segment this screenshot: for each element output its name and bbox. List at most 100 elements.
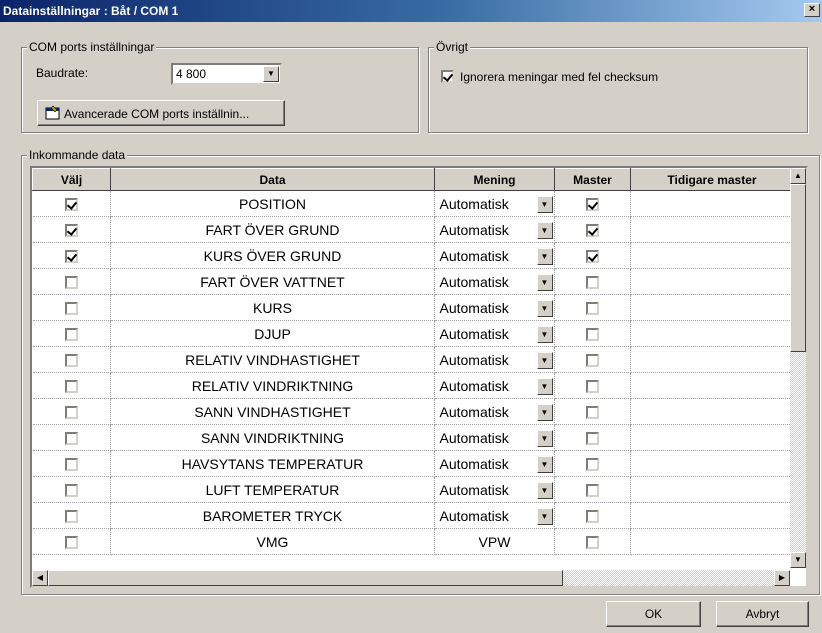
- mening-cell[interactable]: Automatisk ▼: [434, 476, 555, 503]
- select-checkbox[interactable]: [64, 354, 78, 368]
- mening-select[interactable]: Automatisk ▼: [437, 349, 553, 371]
- select-checkbox[interactable]: [64, 250, 78, 264]
- mening-cell[interactable]: Automatisk ▼: [434, 398, 555, 425]
- mening-select[interactable]: Automatisk ▼: [437, 505, 553, 527]
- column-header-mening[interactable]: Mening: [434, 168, 555, 191]
- chevron-down-icon[interactable]: ▼: [536, 351, 553, 369]
- scroll-up-icon[interactable]: ▲: [790, 168, 806, 184]
- mening-select[interactable]: Automatisk ▼: [437, 453, 553, 475]
- ignore-checksum-checkbox[interactable]: [441, 70, 454, 83]
- select-checkbox[interactable]: [64, 328, 78, 342]
- column-header-previous-master[interactable]: Tidigare master: [630, 168, 794, 191]
- advanced-com-settings-button[interactable]: Avancerade COM ports inställnin...: [37, 100, 285, 126]
- select-checkbox[interactable]: [64, 276, 78, 290]
- mening-cell[interactable]: Automatisk ▼: [434, 372, 555, 399]
- mening-cell[interactable]: Automatisk ▼: [434, 346, 555, 373]
- chevron-down-icon[interactable]: ▼: [536, 273, 553, 291]
- master-checkbox[interactable]: [586, 328, 599, 342]
- chevron-down-icon[interactable]: ▼: [536, 299, 553, 317]
- table-row[interactable]: KURS Automatisk ▼: [32, 294, 794, 321]
- horizontal-scroll-thumb[interactable]: [48, 570, 563, 586]
- cancel-button[interactable]: Avbryt: [716, 601, 809, 627]
- table-row[interactable]: LUFT TEMPERATUR Automatisk ▼: [32, 476, 794, 503]
- table-row[interactable]: SANN VINDRIKTNING Automatisk ▼: [32, 424, 794, 451]
- table-row[interactable]: BAROMETER TRYCK Automatisk ▼: [32, 502, 794, 529]
- mening-select[interactable]: Automatisk ▼: [437, 271, 553, 293]
- mening-select[interactable]: Automatisk ▼: [437, 427, 553, 449]
- mening-cell[interactable]: Automatisk ▼: [434, 320, 555, 347]
- mening-cell[interactable]: VPW: [434, 528, 555, 555]
- table-row[interactable]: RELATIV VINDHASTIGHET Automatisk ▼: [32, 346, 794, 373]
- chevron-down-icon[interactable]: ▼: [536, 403, 553, 421]
- master-checkbox[interactable]: [586, 276, 599, 290]
- select-checkbox[interactable]: [64, 380, 78, 394]
- chevron-down-icon[interactable]: ▼: [536, 455, 553, 473]
- select-checkbox[interactable]: [64, 510, 78, 524]
- ok-button[interactable]: OK: [606, 601, 701, 627]
- mening-select[interactable]: Automatisk ▼: [437, 479, 553, 501]
- vertical-scroll-thumb[interactable]: [790, 184, 806, 352]
- chevron-down-icon[interactable]: ▼: [536, 325, 553, 343]
- chevron-down-icon[interactable]: ▼: [536, 481, 553, 499]
- table-row[interactable]: HAVSYTANS TEMPERATUR Automatisk ▼: [32, 450, 794, 477]
- mening-select[interactable]: Automatisk ▼: [437, 375, 553, 397]
- mening-cell[interactable]: Automatisk ▼: [434, 424, 555, 451]
- mening-select[interactable]: Automatisk ▼: [437, 219, 553, 241]
- mening-cell[interactable]: Automatisk ▼: [434, 450, 555, 477]
- select-checkbox[interactable]: [64, 302, 78, 316]
- select-checkbox[interactable]: [64, 536, 78, 550]
- master-checkbox[interactable]: [586, 484, 599, 498]
- column-header-master[interactable]: Master: [554, 168, 631, 191]
- mening-select[interactable]: Automatisk ▼: [437, 323, 553, 345]
- table-row[interactable]: FART ÖVER VATTNET Automatisk ▼: [32, 268, 794, 295]
- mening-cell[interactable]: Automatisk ▼: [434, 268, 555, 295]
- mening-cell[interactable]: Automatisk ▼: [434, 502, 555, 529]
- mening-select[interactable]: Automatisk ▼: [437, 245, 553, 267]
- master-checkbox[interactable]: [586, 302, 599, 316]
- table-row[interactable]: RELATIV VINDRIKTNING Automatisk ▼: [32, 372, 794, 399]
- master-checkbox[interactable]: [586, 458, 599, 472]
- chevron-down-icon[interactable]: ▼: [536, 221, 553, 239]
- column-header-data[interactable]: Data: [110, 168, 435, 191]
- master-checkbox[interactable]: [586, 380, 599, 394]
- chevron-down-icon[interactable]: ▼: [536, 247, 553, 265]
- master-checkbox[interactable]: [586, 198, 599, 212]
- select-checkbox[interactable]: [64, 224, 78, 238]
- chevron-down-icon[interactable]: ▼: [536, 195, 553, 213]
- chevron-down-icon[interactable]: ▼: [536, 377, 553, 395]
- master-checkbox[interactable]: [586, 536, 599, 550]
- mening-select[interactable]: Automatisk ▼: [437, 401, 553, 423]
- master-checkbox[interactable]: [586, 432, 599, 446]
- column-header-select[interactable]: Välj: [32, 168, 111, 191]
- scroll-right-icon[interactable]: ▶: [774, 570, 790, 586]
- table-row[interactable]: FART ÖVER GRUND Automatisk ▼: [32, 216, 794, 243]
- table-row[interactable]: SANN VINDHASTIGHET Automatisk ▼: [32, 398, 794, 425]
- master-checkbox[interactable]: [586, 354, 599, 368]
- master-checkbox[interactable]: [586, 250, 599, 264]
- table-row[interactable]: VMG VPW: [32, 528, 794, 555]
- horizontal-scrollbar[interactable]: ◀ ▶: [32, 570, 790, 586]
- select-checkbox[interactable]: [64, 484, 78, 498]
- mening-cell[interactable]: Automatisk ▼: [434, 242, 555, 269]
- master-checkbox[interactable]: [586, 406, 599, 420]
- table-row[interactable]: POSITION Automatisk ▼: [32, 190, 794, 217]
- select-checkbox[interactable]: [64, 198, 78, 212]
- table-row[interactable]: KURS ÖVER GRUND Automatisk ▼: [32, 242, 794, 269]
- table-row[interactable]: DJUP Automatisk ▼: [32, 320, 794, 347]
- master-checkbox[interactable]: [586, 224, 599, 238]
- chevron-down-icon[interactable]: ▼: [263, 66, 279, 82]
- mening-cell[interactable]: Automatisk ▼: [434, 216, 555, 243]
- select-checkbox[interactable]: [64, 432, 78, 446]
- close-icon[interactable]: ×: [804, 3, 820, 17]
- chevron-down-icon[interactable]: ▼: [536, 507, 553, 525]
- baudrate-select[interactable]: 4 800 ▼: [171, 63, 282, 85]
- scroll-left-icon[interactable]: ◀: [32, 570, 48, 586]
- chevron-down-icon[interactable]: ▼: [536, 429, 553, 447]
- master-checkbox[interactable]: [586, 510, 599, 524]
- select-checkbox[interactable]: [64, 406, 78, 420]
- mening-cell[interactable]: Automatisk ▼: [434, 190, 555, 217]
- scroll-down-icon[interactable]: ▼: [790, 552, 806, 568]
- mening-select[interactable]: Automatisk ▼: [437, 193, 553, 215]
- vertical-scrollbar[interactable]: ▲ ▼: [790, 168, 806, 568]
- mening-cell[interactable]: Automatisk ▼: [434, 294, 555, 321]
